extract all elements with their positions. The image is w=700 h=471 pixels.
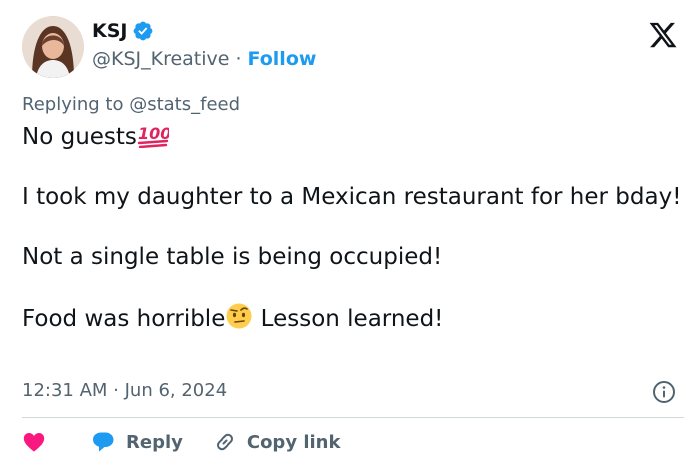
copy-link-label: Copy link [246,431,341,453]
replying-to: Replying to @stats_feed [22,94,240,115]
author-handle-row: @KSJ_Kreative · Follow [92,48,316,70]
tweet-line-4b: Lesson learned! [253,306,444,332]
tweet-line-1: No guests [22,124,137,150]
copy-link-button[interactable]: Copy link [213,430,341,454]
separator-dot: · [235,48,242,70]
tweet-timestamp[interactable]: 12:31 AM · Jun 6, 2024 [22,380,227,401]
heart-icon [23,433,45,452]
action-bar: Reply Copy link [22,430,340,454]
like-button[interactable] [22,430,46,454]
replying-prefix: Replying to [22,94,130,115]
author-handle[interactable]: @KSJ_Kreative [92,48,229,70]
reply-bubble-icon [93,432,114,452]
reply-label: Reply [126,431,183,453]
tweet-line-2: I took my daughter to a Mexican restaura… [22,184,682,210]
tweet-line-3: Not a single table is being occupied! [22,244,443,270]
tweet-line: Food was horrible Lesson learned! [22,302,687,334]
link-icon [216,433,233,451]
avatar[interactable] [22,16,84,78]
hundred-points-icon: 100 [137,124,169,148]
reply-button[interactable]: Reply [90,430,183,454]
tweet-line: No guests 100 [22,122,687,152]
tweet-line-4a: Food was horrible [22,306,226,332]
author-name-row: KSJ [92,20,154,42]
face-with-raised-eyebrow-icon [226,303,252,329]
follow-button[interactable]: Follow [248,48,317,70]
x-logo-icon[interactable] [648,20,678,50]
replying-mention[interactable]: @stats_feed [129,94,240,115]
tweet-text: No guests 100 I took my daughter to a Me… [22,122,687,334]
info-icon[interactable] [652,380,676,404]
verified-badge-icon [134,21,153,41]
author-display-name[interactable]: KSJ [92,20,127,42]
divider [22,417,684,418]
